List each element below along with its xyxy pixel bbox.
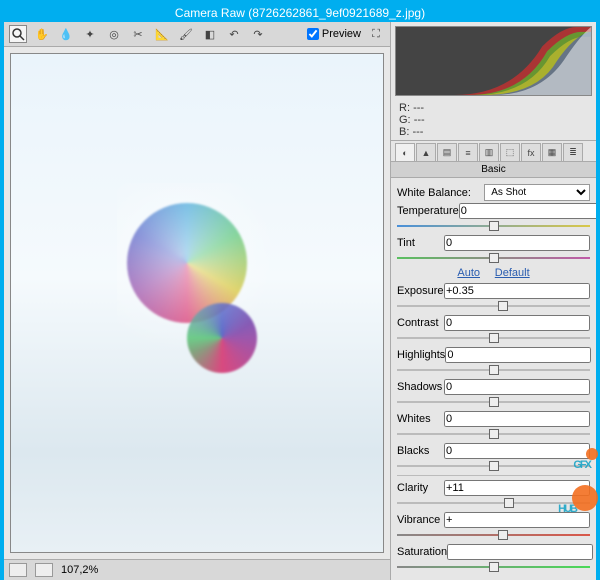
tab-calibration[interactable]: ▦ — [542, 143, 562, 161]
statusbar: 107,2% — [4, 559, 390, 580]
temperature-value[interactable] — [459, 203, 596, 219]
zoom-out-button[interactable] — [9, 563, 27, 577]
highlights-track[interactable] — [397, 365, 590, 375]
tab-split-toning[interactable]: ▥ — [479, 143, 499, 161]
temperature-label: Temperature — [397, 205, 459, 217]
g-label: G: — [399, 114, 411, 126]
color-sampler-tool-icon[interactable]: ✦ — [81, 25, 99, 43]
preview-label: Preview — [322, 28, 361, 40]
contrast-slider: Contrast — [397, 315, 590, 343]
tab-presets[interactable]: ≣ — [563, 143, 583, 161]
blacks-label: Blacks — [397, 445, 429, 457]
straighten-tool-icon[interactable]: 📐 — [153, 25, 171, 43]
preview-checkbox[interactable] — [307, 28, 319, 40]
tint-label: Tint — [397, 237, 415, 249]
tab-effects[interactable]: fx — [521, 143, 541, 161]
vibrance-slider: Vibrance — [397, 512, 590, 540]
contrast-value[interactable] — [444, 315, 590, 331]
shadows-value[interactable] — [444, 379, 590, 395]
tab-basic[interactable]: ◐ — [395, 143, 415, 161]
exposure-track[interactable] — [397, 301, 590, 311]
r-label: R: — [399, 102, 410, 114]
b-label: B: — [399, 126, 409, 138]
window-title: Camera Raw (8726262861_9ef0921689_z.jpg) — [4, 4, 596, 22]
rotate-cw-icon[interactable]: ↷ — [249, 25, 267, 43]
preview-subject — [117, 183, 277, 423]
highlights-slider: Highlights — [397, 347, 590, 375]
vibrance-track[interactable] — [397, 530, 590, 540]
content-area: ✋ 💧 ✦ ◎ ✂ 📐 🖌 ◧ ↶ ↷ Preview ⛶ — [4, 22, 596, 580]
tint-slider: Tint — [397, 235, 590, 263]
auto-default-row: Auto Default — [397, 267, 590, 279]
zoom-level: 107,2% — [61, 564, 98, 576]
default-link[interactable]: Default — [495, 267, 530, 279]
blacks-value[interactable] — [444, 443, 590, 459]
histogram — [395, 26, 592, 96]
shadows-slider: Shadows — [397, 379, 590, 407]
camera-raw-window: Camera Raw (8726262861_9ef0921689_z.jpg)… — [4, 4, 596, 503]
tab-lens[interactable]: ⬚ — [500, 143, 520, 161]
auto-link[interactable]: Auto — [457, 267, 480, 279]
exposure-label: Exposure — [397, 285, 443, 297]
saturation-value[interactable] — [447, 544, 593, 560]
whites-label: Whites — [397, 413, 431, 425]
exposure-slider: Exposure — [397, 283, 590, 311]
zoom-tool-icon[interactable] — [9, 25, 27, 43]
temperature-track[interactable] — [397, 221, 590, 231]
zoom-in-button[interactable] — [35, 563, 53, 577]
white-balance-row: White Balance: As Shot — [397, 184, 590, 201]
b-value: --- — [412, 126, 423, 138]
vibrance-value[interactable] — [444, 512, 590, 528]
contrast-label: Contrast — [397, 317, 439, 329]
vibrance-label: Vibrance — [397, 514, 440, 526]
brush-tool-icon[interactable]: 🖌 — [177, 25, 195, 43]
tab-detail[interactable]: ▤ — [437, 143, 457, 161]
saturation-slider: Saturation — [397, 544, 590, 572]
tab-tone-curve[interactable]: ▲ — [416, 143, 436, 161]
crop-tool-icon[interactable]: ✂ — [129, 25, 147, 43]
white-balance-tool-icon[interactable]: 💧 — [57, 25, 75, 43]
white-balance-select[interactable]: As Shot — [484, 184, 590, 201]
g-value: --- — [414, 114, 425, 126]
saturation-track[interactable] — [397, 562, 590, 572]
temperature-slider: Temperature — [397, 203, 590, 231]
gradient-tool-icon[interactable]: ◧ — [201, 25, 219, 43]
right-panel: R: --- G: --- B: --- ◐ ▲ ▤ ≡ ▥ ⬚ fx ▦ ≣ … — [391, 22, 596, 580]
image-preview[interactable] — [10, 53, 384, 553]
r-value: --- — [413, 102, 424, 114]
whites-track[interactable] — [397, 429, 590, 439]
whites-slider: Whites — [397, 411, 590, 439]
blacks-track[interactable] — [397, 461, 590, 471]
toolbar: ✋ 💧 ✦ ◎ ✂ 📐 🖌 ◧ ↶ ↷ Preview ⛶ — [4, 22, 390, 47]
tint-value[interactable] — [444, 235, 590, 251]
contrast-track[interactable] — [397, 333, 590, 343]
clarity-value[interactable] — [444, 480, 590, 496]
saturation-label: Saturation — [397, 546, 447, 558]
rotate-ccw-icon[interactable]: ↶ — [225, 25, 243, 43]
adjustment-tabs: ◐ ▲ ▤ ≡ ▥ ⬚ fx ▦ ≣ — [391, 141, 596, 162]
tint-track[interactable] — [397, 253, 590, 263]
separator — [397, 475, 590, 476]
tab-hsl[interactable]: ≡ — [458, 143, 478, 161]
panel-title: Basic — [391, 162, 596, 178]
clarity-label: Clarity — [397, 482, 428, 494]
basic-panel: White Balance: As Shot Temperature Tint … — [391, 178, 596, 580]
blacks-slider: Blacks — [397, 443, 590, 471]
shadows-track[interactable] — [397, 397, 590, 407]
rgb-readout: R: --- G: --- B: --- — [391, 100, 596, 141]
fullscreen-icon[interactable]: ⛶ — [367, 25, 385, 43]
white-balance-label: White Balance: — [397, 187, 480, 199]
shadows-label: Shadows — [397, 381, 442, 393]
highlights-value[interactable] — [445, 347, 591, 363]
left-pane: ✋ 💧 ✦ ◎ ✂ 📐 🖌 ◧ ↶ ↷ Preview ⛶ — [4, 22, 391, 580]
preview-checkbox-wrap: Preview — [307, 28, 361, 40]
targeted-adjust-tool-icon[interactable]: ◎ — [105, 25, 123, 43]
clarity-slider: Clarity — [397, 480, 590, 508]
whites-value[interactable] — [444, 411, 590, 427]
exposure-value[interactable] — [444, 283, 590, 299]
highlights-label: Highlights — [397, 349, 445, 361]
hand-tool-icon[interactable]: ✋ — [33, 25, 51, 43]
